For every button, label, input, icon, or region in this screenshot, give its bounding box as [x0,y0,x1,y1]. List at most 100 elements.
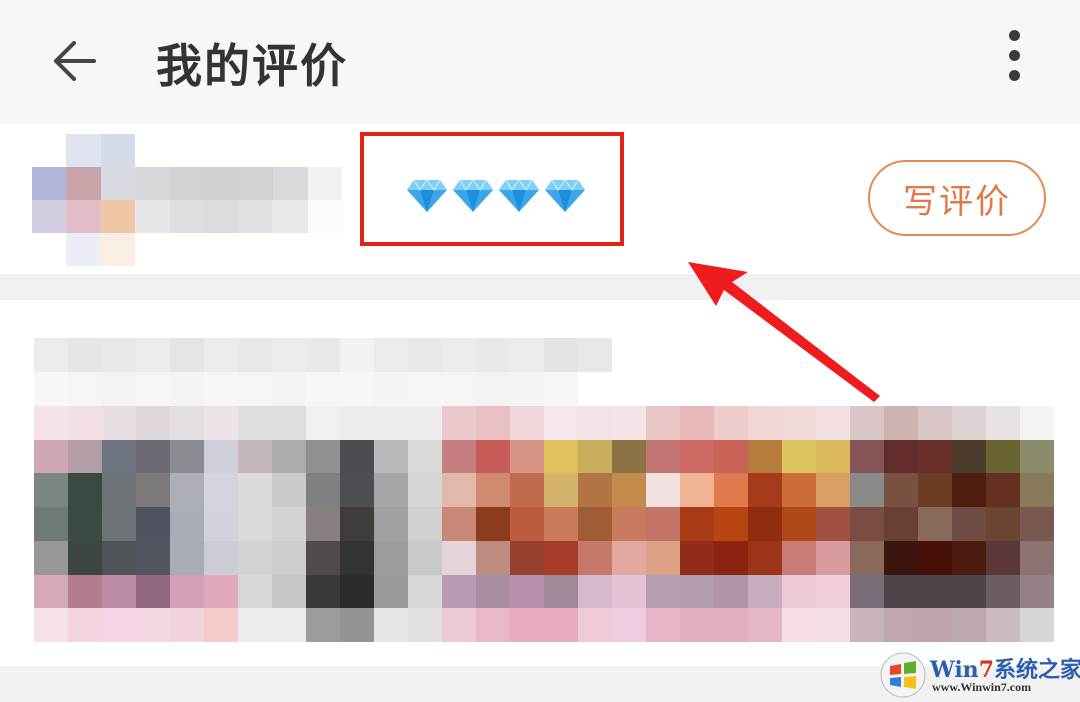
mosaic-block [1020,608,1054,642]
mosaic-block [510,473,544,508]
arrow-left-icon [54,41,96,81]
mosaic-block [986,540,1020,575]
mosaic-block [952,473,986,508]
product-thumbnail-pixelated[interactable] [32,134,342,266]
diamond-icon [407,179,447,212]
mosaic-block [850,473,884,508]
mosaic-block [918,540,952,575]
mosaic-block [680,507,714,541]
mosaic-block [306,406,340,440]
mosaic-block [102,608,136,642]
mosaic-block [66,233,101,266]
mosaic-block [714,406,748,440]
mosaic-block [374,338,408,372]
product-image-pixelated[interactable] [34,406,1054,642]
mosaic-block [136,406,170,440]
mosaic-block [1020,473,1054,508]
diamond-icon [499,179,539,212]
mosaic-block [204,507,238,541]
review-card: 写评价 [0,124,1080,274]
mosaic-block [100,134,136,167]
mosaic-block [816,439,850,474]
mosaic-block [170,540,204,575]
mosaic-block [612,439,646,474]
mosaic-block [68,439,102,474]
mosaic-block [66,167,101,200]
mosaic-block [748,608,782,642]
mosaic-block [340,338,374,372]
mosaic-block [238,574,272,609]
mosaic-block [238,200,274,233]
mosaic-block [102,473,136,508]
mosaic-block [476,439,510,474]
mosaic-block [408,540,442,575]
mosaic-block [680,540,714,575]
mosaic-block [204,406,238,440]
mosaic-block [340,372,374,406]
mosaic-block [714,439,748,474]
mosaic-block [850,406,884,440]
mosaic-block [782,507,816,541]
mosaic-block [714,574,748,609]
mosaic-block [340,608,374,642]
mosaic-block [816,507,850,541]
section-divider [0,274,1080,300]
mosaic-block [476,338,510,372]
mosaic-block [680,439,714,474]
mosaic-block [102,574,136,609]
mosaic-block [340,574,374,609]
mosaic-block [578,372,612,406]
mosaic-block [238,338,272,372]
mosaic-block [204,608,238,642]
mosaic-block [32,167,67,200]
mosaic-block [408,406,442,440]
mosaic-block [136,507,170,541]
mosaic-block [646,439,680,474]
back-button[interactable] [48,36,104,86]
mosaic-block [66,200,101,233]
mosaic-block [68,608,102,642]
mosaic-block [34,608,68,642]
mosaic-block [68,372,102,406]
mosaic-block [442,608,476,642]
mosaic-block [32,134,67,167]
mosaic-block [714,608,748,642]
mosaic-block [510,540,544,575]
mosaic-block [272,406,306,440]
mosaic-block [272,574,306,609]
mosaic-block [340,439,374,474]
mosaic-block [442,439,476,474]
mosaic-block [374,473,408,508]
mosaic-block [238,507,272,541]
mosaic-block [408,574,442,609]
mosaic-block [510,608,544,642]
mosaic-block [816,540,850,575]
mosaic-block [102,507,136,541]
mosaic-block [170,406,204,440]
mosaic-block [544,372,578,406]
mosaic-block [646,608,680,642]
more-options-button[interactable] [998,30,1030,90]
mosaic-block [374,406,408,440]
mosaic-block [884,473,918,508]
mosaic-block [578,473,612,508]
mosaic-block [374,574,408,609]
mosaic-block [544,608,578,642]
mosaic-block [272,507,306,541]
mosaic-block [714,540,748,575]
mosaic-block [952,507,986,541]
product-title-pixelated[interactable] [34,338,612,406]
mosaic-block [408,338,442,372]
mosaic-block [102,338,136,372]
mosaic-block [102,540,136,575]
mosaic-block [272,338,306,372]
mosaic-block [408,608,442,642]
mosaic-block [34,473,68,508]
rating-highlight-box [360,132,624,246]
mosaic-block [476,540,510,575]
write-review-button[interactable]: 写评价 [868,160,1046,236]
mosaic-block [135,200,170,233]
mosaic-block [170,473,204,508]
mosaic-block [32,233,67,266]
mosaic-block [578,439,612,474]
